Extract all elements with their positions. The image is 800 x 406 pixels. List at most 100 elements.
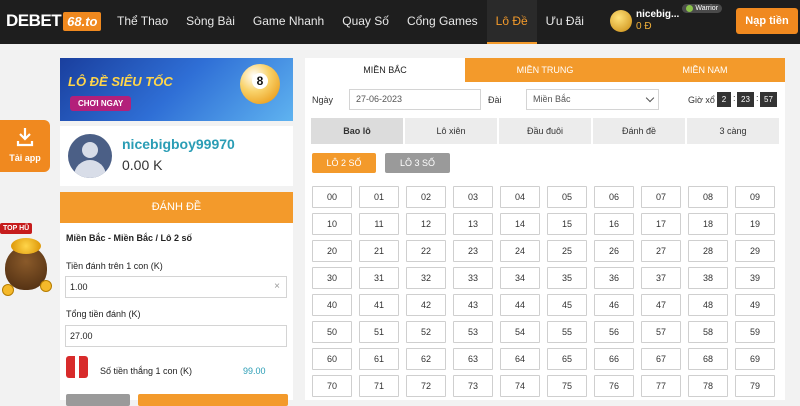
number-cell[interactable]: 04: [500, 186, 540, 208]
stake-input[interactable]: 1.00 ×: [65, 276, 287, 298]
number-cell[interactable]: 65: [547, 348, 587, 370]
number-cell[interactable]: 79: [735, 375, 775, 397]
bet-type-bao-lo[interactable]: Bao lô: [311, 118, 403, 144]
download-app-button[interactable]: Tải app: [0, 120, 50, 172]
reset-button[interactable]: [66, 394, 130, 406]
number-cell[interactable]: 51: [359, 321, 399, 343]
number-cell[interactable]: 05: [547, 186, 587, 208]
number-cell[interactable]: 15: [547, 213, 587, 235]
number-cell[interactable]: 76: [594, 375, 634, 397]
nav-cong-games[interactable]: Cổng Games: [398, 0, 487, 44]
number-cell[interactable]: 36: [594, 267, 634, 289]
nav-uu-dai[interactable]: Ưu Đãi: [537, 0, 593, 44]
number-cell[interactable]: 48: [688, 294, 728, 316]
number-cell[interactable]: 66: [594, 348, 634, 370]
clear-icon[interactable]: ×: [274, 277, 280, 297]
number-cell[interactable]: 71: [359, 375, 399, 397]
number-cell[interactable]: 02: [406, 186, 446, 208]
number-cell[interactable]: 17: [641, 213, 681, 235]
number-cell[interactable]: 30: [312, 267, 352, 289]
number-cell[interactable]: 50: [312, 321, 352, 343]
number-cell[interactable]: 75: [547, 375, 587, 397]
number-cell[interactable]: 45: [547, 294, 587, 316]
number-cell[interactable]: 37: [641, 267, 681, 289]
subtype-lo-3-so[interactable]: LÔ 3 SỐ: [385, 153, 450, 173]
play-now-button[interactable]: CHƠI NGAY: [70, 96, 132, 111]
number-cell[interactable]: 55: [547, 321, 587, 343]
date-field[interactable]: 27-06-2023: [349, 89, 481, 110]
number-cell[interactable]: 00: [312, 186, 352, 208]
number-cell[interactable]: 34: [500, 267, 540, 289]
number-cell[interactable]: 27: [641, 240, 681, 262]
number-cell[interactable]: 68: [688, 348, 728, 370]
number-cell[interactable]: 19: [735, 213, 775, 235]
number-cell[interactable]: 44: [500, 294, 540, 316]
number-cell[interactable]: 25: [547, 240, 587, 262]
number-cell[interactable]: 73: [453, 375, 493, 397]
number-cell[interactable]: 63: [453, 348, 493, 370]
promo-banner[interactable]: LÔ ĐỀ SIÊU TỐC CHƠI NGAY 8: [60, 58, 293, 121]
number-cell[interactable]: 46: [594, 294, 634, 316]
number-cell[interactable]: 67: [641, 348, 681, 370]
number-cell[interactable]: 12: [406, 213, 446, 235]
number-cell[interactable]: 23: [453, 240, 493, 262]
number-cell[interactable]: 70: [312, 375, 352, 397]
nav-lo-de[interactable]: Lô Đề: [486, 0, 537, 44]
number-cell[interactable]: 77: [641, 375, 681, 397]
number-cell[interactable]: 60: [312, 348, 352, 370]
bet-type-3-cang[interactable]: 3 càng: [687, 118, 779, 144]
number-cell[interactable]: 08: [688, 186, 728, 208]
number-cell[interactable]: 35: [547, 267, 587, 289]
number-cell[interactable]: 21: [359, 240, 399, 262]
number-cell[interactable]: 64: [500, 348, 540, 370]
number-cell[interactable]: 09: [735, 186, 775, 208]
user-menu[interactable]: nicebig... Warrior 0 Đ: [610, 3, 723, 36]
nav-the-thao[interactable]: Thể Thao: [108, 0, 177, 44]
number-cell[interactable]: 31: [359, 267, 399, 289]
number-cell[interactable]: 52: [406, 321, 446, 343]
number-cell[interactable]: 62: [406, 348, 446, 370]
nav-game-nhanh[interactable]: Game Nhanh: [244, 0, 333, 44]
number-cell[interactable]: 41: [359, 294, 399, 316]
bet-type-dau-duoi[interactable]: Đầu đuôi: [499, 118, 591, 144]
number-cell[interactable]: 03: [453, 186, 493, 208]
number-cell[interactable]: 24: [500, 240, 540, 262]
number-cell[interactable]: 06: [594, 186, 634, 208]
number-cell[interactable]: 26: [594, 240, 634, 262]
number-cell[interactable]: 16: [594, 213, 634, 235]
number-cell[interactable]: 14: [500, 213, 540, 235]
number-cell[interactable]: 18: [688, 213, 728, 235]
number-cell[interactable]: 56: [594, 321, 634, 343]
number-cell[interactable]: 72: [406, 375, 446, 397]
number-cell[interactable]: 59: [735, 321, 775, 343]
site-logo[interactable]: DEBET 68.to: [6, 10, 102, 32]
number-cell[interactable]: 10: [312, 213, 352, 235]
deposit-button[interactable]: Nạp tiền: [736, 8, 798, 34]
subtype-lo-2-so[interactable]: LÔ 2 SỐ: [312, 153, 376, 173]
number-cell[interactable]: 58: [688, 321, 728, 343]
number-cell[interactable]: 29: [735, 240, 775, 262]
number-cell[interactable]: 42: [406, 294, 446, 316]
number-cell[interactable]: 53: [453, 321, 493, 343]
number-cell[interactable]: 20: [312, 240, 352, 262]
nav-song-bai[interactable]: Sòng Bài: [177, 0, 244, 44]
bet-type-lo-xien[interactable]: Lô xiên: [405, 118, 497, 144]
number-cell[interactable]: 74: [500, 375, 540, 397]
number-cell[interactable]: 78: [688, 375, 728, 397]
number-cell[interactable]: 54: [500, 321, 540, 343]
number-cell[interactable]: 47: [641, 294, 681, 316]
top-hu-widget[interactable]: TOP HŨ: [0, 220, 56, 304]
region-select[interactable]: Miền Bắc: [526, 89, 659, 110]
number-cell[interactable]: 69: [735, 348, 775, 370]
number-cell[interactable]: 01: [359, 186, 399, 208]
number-cell[interactable]: 11: [359, 213, 399, 235]
place-bet-button[interactable]: [138, 394, 288, 406]
number-cell[interactable]: 49: [735, 294, 775, 316]
number-cell[interactable]: 43: [453, 294, 493, 316]
number-cell[interactable]: 57: [641, 321, 681, 343]
number-cell[interactable]: 33: [453, 267, 493, 289]
number-cell[interactable]: 38: [688, 267, 728, 289]
tab-mien-nam[interactable]: MIỀN NAM: [625, 58, 785, 82]
tab-mien-trung[interactable]: MIỀN TRUNG: [465, 58, 625, 82]
number-cell[interactable]: 22: [406, 240, 446, 262]
